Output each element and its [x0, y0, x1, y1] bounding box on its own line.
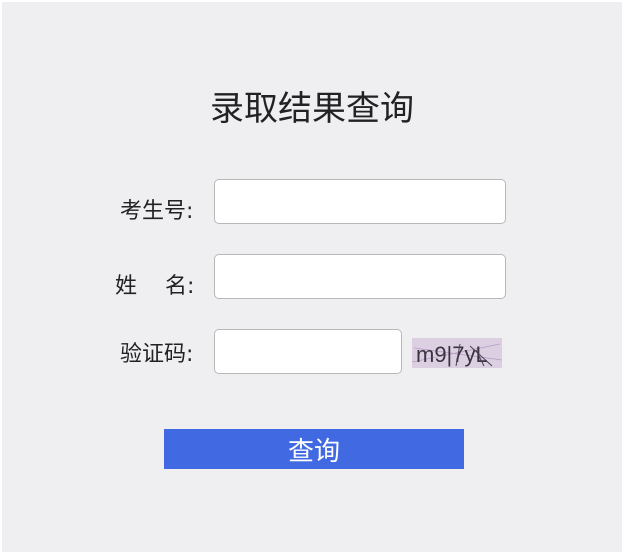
query-button[interactable]: 查询: [164, 429, 464, 469]
name-input[interactable]: [214, 254, 506, 299]
captcha-text: m9|7yL: [416, 342, 488, 367]
name-label: 姓 名:: [115, 274, 195, 299]
captcha-input[interactable]: [214, 329, 402, 374]
query-panel: 录取结果查询 考生号: 姓 名: 验证码: m9|7yL 查询: [2, 2, 622, 552]
captcha-image[interactable]: m9|7yL: [412, 338, 502, 368]
exam-number-label: 考生号:: [120, 199, 194, 224]
page-title: 录取结果查询: [210, 89, 414, 129]
exam-number-input[interactable]: [214, 179, 506, 224]
captcha-label: 验证码:: [120, 342, 194, 367]
